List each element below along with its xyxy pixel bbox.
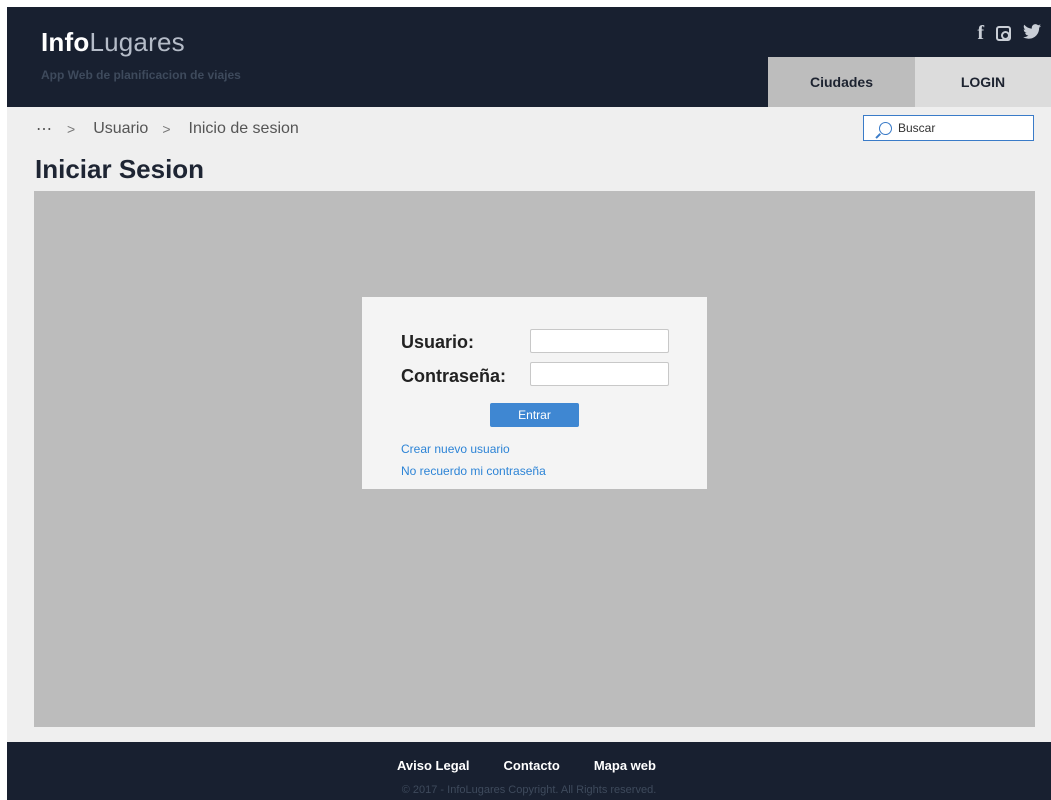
- enter-button[interactable]: Entrar: [490, 403, 579, 427]
- brand-light: Lugares: [89, 27, 185, 57]
- user-label: Usuario:: [401, 332, 475, 352]
- site-logo[interactable]: InfoLugares: [41, 27, 185, 58]
- nav-tab-login[interactable]: LOGIN: [915, 57, 1051, 107]
- breadcrumb-item-current: Inicio de sesion: [188, 120, 299, 137]
- social-links: f: [977, 22, 1041, 45]
- facebook-icon[interactable]: f: [977, 22, 984, 45]
- content-area: Usuario: Contraseña: Entrar Crear nuevo …: [34, 191, 1035, 727]
- breadcrumb-item-usuario[interactable]: Usuario: [93, 120, 148, 138]
- page: InfoLugares App Web de planificacion de …: [7, 7, 1051, 800]
- site-header: InfoLugares App Web de planificacion de …: [7, 7, 1051, 107]
- main-nav: Ciudades LOGIN: [768, 57, 1051, 107]
- breadcrumb-separator: >: [162, 121, 171, 137]
- login-card: Usuario: Contraseña: Entrar Crear nuevo …: [362, 297, 707, 489]
- site-tagline: App Web de planificacion de viajes: [41, 68, 241, 82]
- brand-bold: Info: [41, 27, 90, 57]
- nav-tab-ciudades[interactable]: Ciudades: [768, 57, 915, 107]
- user-field[interactable]: [530, 329, 669, 353]
- create-user-link[interactable]: Crear nuevo usuario: [401, 442, 510, 456]
- password-label: Contraseña:: [401, 366, 507, 386]
- footer-links: Aviso Legal Contacto Mapa web: [397, 758, 656, 773]
- search-input[interactable]: [898, 121, 1018, 135]
- forgot-password-link[interactable]: No recuerdo mi contraseña: [401, 464, 546, 478]
- breadcrumb-separator: >: [67, 121, 76, 137]
- footer-link-mapa-web[interactable]: Mapa web: [594, 758, 656, 773]
- search-icon[interactable]: [879, 121, 892, 135]
- search-box[interactable]: [863, 115, 1034, 141]
- site-footer: Aviso Legal Contacto Mapa web © 2017 - I…: [7, 742, 1051, 800]
- password-field[interactable]: [530, 362, 669, 386]
- footer-link-aviso-legal[interactable]: Aviso Legal: [397, 758, 469, 773]
- instagram-icon[interactable]: [996, 26, 1011, 41]
- breadcrumb: ⋯ > Usuario > Inicio de sesion: [36, 119, 299, 139]
- copyright-text: © 2017 - InfoLugares Copyright. All Righ…: [401, 784, 657, 796]
- breadcrumb-more-icon[interactable]: ⋯: [36, 119, 53, 139]
- twitter-icon[interactable]: [1023, 23, 1041, 44]
- footer-link-contacto[interactable]: Contacto: [503, 758, 559, 773]
- page-title: Iniciar Sesion: [35, 154, 205, 184]
